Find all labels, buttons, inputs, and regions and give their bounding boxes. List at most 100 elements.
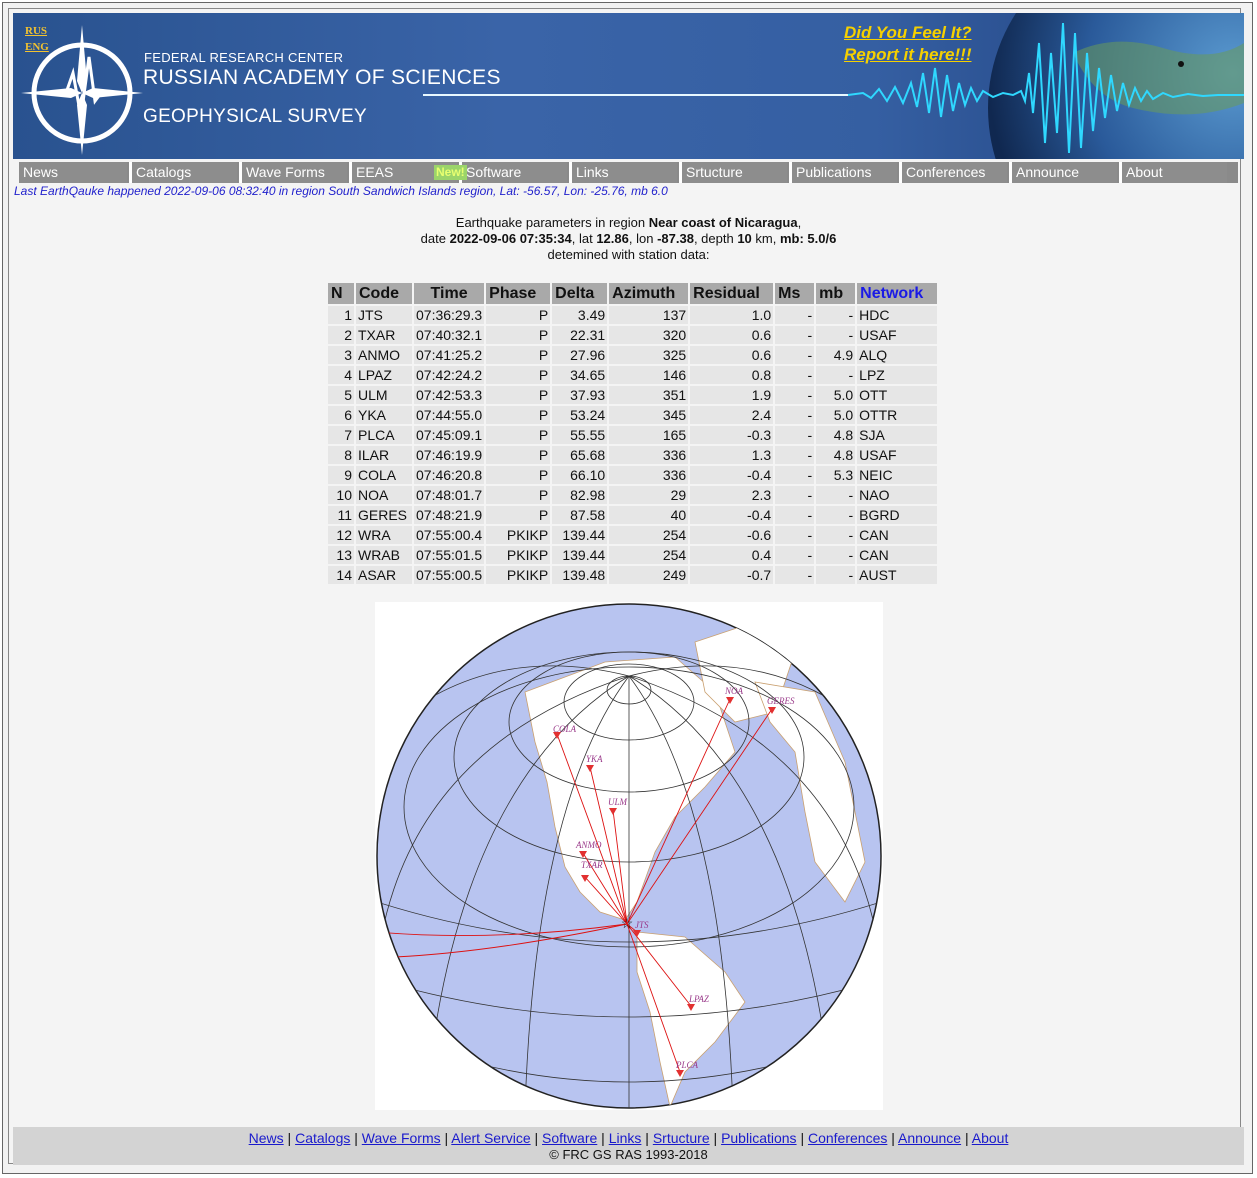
map-label-noa: NOA [724,686,744,696]
cell-ms: - [775,566,815,584]
cell-n: 8 [328,446,354,464]
col-n: N [328,283,354,304]
footer-link[interactable]: About [972,1130,1009,1146]
table-row: 6 YKA 07:44:55.0 P 53.24 345 2.4-5.0 OTTR [328,406,938,424]
cell-residual: 1.9 [690,386,774,404]
nav-news[interactable]: News [19,162,127,183]
nav-conferences[interactable]: Conferences [899,162,1007,183]
cell-residual: 1.3 [690,446,774,464]
cell-residual: -0.6 [690,526,774,544]
cell-delta: 27.96 [552,346,608,364]
cell-delta: 139.44 [552,546,608,564]
cell-delta: 139.44 [552,526,608,544]
cell-code: ULM [356,386,412,404]
footer-link[interactable]: Publications [721,1130,797,1146]
nav-about[interactable]: About [1119,162,1227,183]
cell-azimuth: 336 [609,446,689,464]
nav-publications[interactable]: Publications [789,162,897,183]
cell-residual: -0.7 [690,566,774,584]
cell-residual: -0.3 [690,426,774,444]
report-it-link[interactable]: Report it here!!! [844,45,972,65]
cell-n: 5 [328,386,354,404]
footer-link[interactable]: Software [542,1130,597,1146]
cell-delta: 87.58 [552,506,608,524]
col-phase: Phase [486,283,551,304]
table-row: 2 TXAR 07:40:32.1 P 22.31 320 0.6- - USAF [328,326,938,344]
cell-phase: P [486,406,551,424]
cell-ms: - [775,526,815,544]
cell-delta: 82.98 [552,486,608,504]
cell-phase: PKIKP [486,566,551,584]
nav-software[interactable]: New! Software [434,162,567,183]
map-label-lpaz: LPAZ [688,994,710,1004]
nav-catalogs[interactable]: Catalogs [129,162,237,183]
cell-mb: - [816,506,856,524]
params-line-1: Earthquake parameters in region Near coa… [455,215,802,230]
cell-time: 07:55:00.4 [414,526,485,544]
cell-phase: P [486,366,551,384]
cell-network: OTT [857,386,938,404]
nav-wave-forms[interactable]: Wave Forms [239,162,347,183]
footer-link[interactable]: Alert Service [451,1130,530,1146]
cell-time: 07:45:09.1 [414,426,485,444]
footer-separator: | [440,1130,452,1146]
footer-link[interactable]: Wave Forms [362,1130,441,1146]
nav-software-label: Software [466,164,522,180]
footer-separator: | [887,1130,899,1146]
org-line-3: GEOPHYSICAL SURVEY [143,106,367,127]
cell-code: ANMO [356,346,412,364]
cell-time: 07:40:32.1 [414,326,485,344]
cell-n: 10 [328,486,354,504]
col-azimuth: Azimuth [609,283,689,304]
col-mb: mb [816,283,856,304]
footer-link[interactable]: Announce [898,1130,961,1146]
main-nav: News Catalogs Wave Forms EEAS New! Softw… [19,162,1238,183]
footer-link[interactable]: Links [609,1130,642,1146]
cell-delta: 37.93 [552,386,608,404]
nav-structure[interactable]: Srtucture [679,162,787,183]
network-sort-link[interactable]: Network [860,285,923,302]
cell-phase: P [486,506,551,524]
cell-delta: 34.65 [552,366,608,384]
copyright: © FRC GS RAS 1993-2018 [549,1147,708,1162]
table-row: 4 LPAZ 07:42:24.2 P 34.65 146 0.8- - LPZ [328,366,938,384]
cell-n: 6 [328,406,354,424]
last-quake-ticker[interactable]: Last EarthQauke happened 2022-09-06 08:3… [14,184,668,198]
map-label-txar: TXAR [581,860,603,870]
cell-time: 07:46:19.9 [414,446,485,464]
org-line-2: RUSSIAN ACADEMY OF SCIENCES [143,66,501,89]
cell-azimuth: 351 [609,386,689,404]
params-line-2: date 2022-09-06 07:35:34, lat 12.86, lon… [420,231,837,246]
did-you-feel-it-link[interactable]: Did You Feel It? [844,23,972,43]
nav-announce[interactable]: Announce [1009,162,1117,183]
cell-code: JTS [356,306,412,324]
cell-code: ASAR [356,566,412,584]
table-header-row: N Code Time Phase Delta Azimuth Residual… [328,283,938,304]
cell-n: 2 [328,326,354,344]
table-row: 13 WRAB 07:55:01.5 PKIKP 139.44 254 0.4- - CAN [328,546,938,564]
cell-code: WRA [356,526,412,544]
cell-n: 3 [328,346,354,364]
cell-time: 07:36:29.3 [414,306,485,324]
map-label-geres: GERES [767,696,795,706]
footer-link[interactable]: Conferences [808,1130,887,1146]
cell-network: SJA [857,426,938,444]
col-ms: Ms [775,283,815,304]
frc-logo [21,25,143,155]
cell-azimuth: 325 [609,346,689,364]
cell-time: 07:44:55.0 [414,406,485,424]
cell-network: NAO [857,486,938,504]
cell-azimuth: 29 [609,486,689,504]
cell-network: CAN [857,546,938,564]
cell-phase: P [486,386,551,404]
table-row: 8 ILAR 07:46:19.9 P 65.68 336 1.3-4.8 USAF [328,446,938,464]
cell-code: YKA [356,406,412,424]
cell-phase: P [486,306,551,324]
cell-residual: 0.8 [690,366,774,384]
footer-link[interactable]: News [249,1130,284,1146]
col-time: Time [414,283,485,304]
cell-residual: 0.6 [690,326,774,344]
footer-link[interactable]: Srtucture [653,1130,710,1146]
nav-links[interactable]: Links [569,162,677,183]
footer-link[interactable]: Catalogs [295,1130,350,1146]
